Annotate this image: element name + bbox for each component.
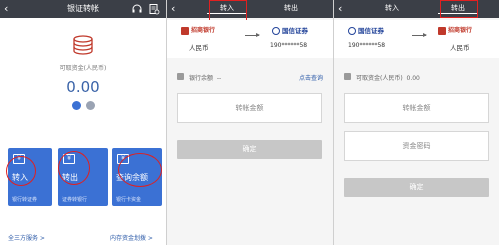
transfer-out-screen: ‹ 转入 转出 国信证券 招商银行 190******58 人民币 可取资金(人… [334,0,499,245]
card-subtitle: 银行卡资金 [116,197,142,203]
withdrawable-funds-label: 可取资金(人民币) 0.00 [356,75,420,82]
highlight-circle [58,151,90,185]
bank-logo: 招商银行 [181,27,215,35]
highlight-circle [6,156,36,186]
cmb-logo-icon [181,27,189,35]
coins-icon [73,35,93,55]
query-balance-link[interactable]: 点击查询 [299,73,323,82]
broker-logo: 国信证券 [272,27,308,35]
receipt-icon[interactable] [148,3,160,15]
top-bar: ‹ 银证转帐 [0,0,166,18]
internal-transfer-link[interactable]: 内存资金划拨 > [110,233,153,242]
balance-label: 可取资金(人民币) [59,65,107,72]
confirm-button[interactable]: 确定 [177,140,322,159]
cmb-logo-icon [438,27,446,35]
amount-input[interactable] [178,94,321,122]
bank-broker-row: 国信证券 招商银行 190******58 人民币 [334,20,499,58]
account-number: 190******58 [270,42,308,49]
refresh-icon[interactable] [86,101,95,110]
bank-transfer-home-screen: ‹ 银证转帐 可取资金(人民币) 0.00 ¥ 转入 银行转证券 ¥ 转出 证券… [0,0,166,245]
balance-amount: 0.00 [66,78,100,96]
info-icon[interactable] [72,101,81,110]
bank-balance-icon [177,73,184,80]
withdrawable-funds-row: 可取资金(人民币) 0.00 [334,70,499,84]
tab-transfer-out[interactable]: 转出 [271,3,311,13]
back-arrow-icon[interactable]: ‹ [171,2,175,16]
currency: 人民币 [450,44,470,52]
bank-balance-icon [344,73,351,80]
highlight-box [440,0,478,18]
password-field[interactable] [344,131,489,161]
arrow-right-icon [412,33,427,37]
guosen-logo-icon [272,27,280,35]
fund-password-input[interactable] [345,132,488,160]
bank-broker-row: 招商银行 国信证券 人民币 190******58 [167,20,333,58]
highlight-box [209,0,247,22]
back-arrow-icon[interactable]: ‹ [338,2,342,16]
headset-icon[interactable] [131,3,143,15]
bank-logo: 招商银行 [438,27,472,35]
top-bar: ‹ 转入 转出 [167,0,333,18]
amount-field[interactable] [177,93,322,123]
bank-balance-row: 银行余额 -- 点击查询 [167,70,333,84]
bank-balance-label: 银行余额 -- [189,75,222,82]
card-subtitle: 银行转证券 [12,197,38,203]
account-number: 190******58 [348,42,386,49]
amount-input[interactable] [345,94,488,122]
arrow-right-icon [245,33,260,37]
amount-field[interactable] [344,93,489,123]
guosen-logo-icon [348,27,356,35]
third-party-service-link[interactable]: 全三方服务 > [8,233,45,242]
tab-transfer-in[interactable]: 转入 [372,3,412,13]
highlight-circle [118,153,162,187]
broker-logo: 国信证券 [348,27,384,35]
confirm-button[interactable]: 确定 [344,178,489,197]
transfer-in-screen: ‹ 转入 转出 招商银行 国信证券 人民币 190******58 银行余额 -… [167,0,333,245]
card-subtitle: 证券转银行 [62,197,88,203]
currency: 人民币 [189,44,209,52]
